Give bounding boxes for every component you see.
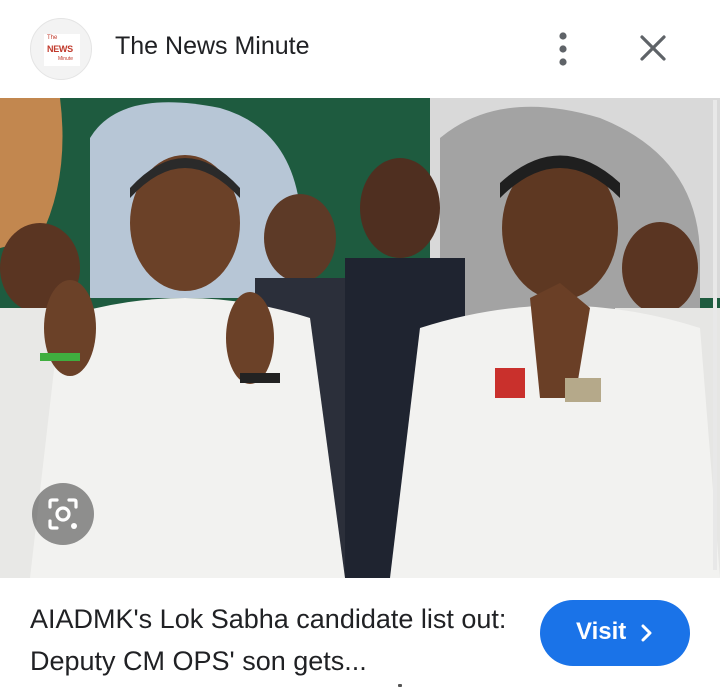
- logo-mark: The NEWS Minute: [44, 34, 80, 66]
- more-options-button[interactable]: [548, 28, 578, 70]
- article-headline[interactable]: AIADMK's Lok Sabha candidate list out: D…: [30, 598, 510, 682]
- google-lens-icon: [48, 498, 78, 530]
- more-vert-icon: [559, 32, 567, 66]
- logo-text-news: NEWS: [47, 44, 73, 54]
- page-indicator: [398, 684, 402, 687]
- photo-illustration: [0, 98, 720, 578]
- logo-text-minute: Minute: [58, 56, 74, 62]
- news-photo[interactable]: [0, 98, 720, 578]
- header: The NEWS Minute The News Minute: [0, 0, 720, 98]
- logo-text-the: The: [47, 35, 58, 41]
- chevron-right-icon: [641, 624, 652, 642]
- site-name[interactable]: The News Minute: [115, 32, 310, 61]
- image-scrollbar[interactable]: [713, 100, 717, 570]
- close-icon: [640, 35, 666, 61]
- lens-search-button[interactable]: [32, 483, 94, 545]
- visit-button[interactable]: Visit: [540, 600, 690, 666]
- site-logo[interactable]: The NEWS Minute: [30, 18, 92, 80]
- close-button[interactable]: [633, 28, 673, 68]
- visit-label: Visit: [576, 618, 627, 645]
